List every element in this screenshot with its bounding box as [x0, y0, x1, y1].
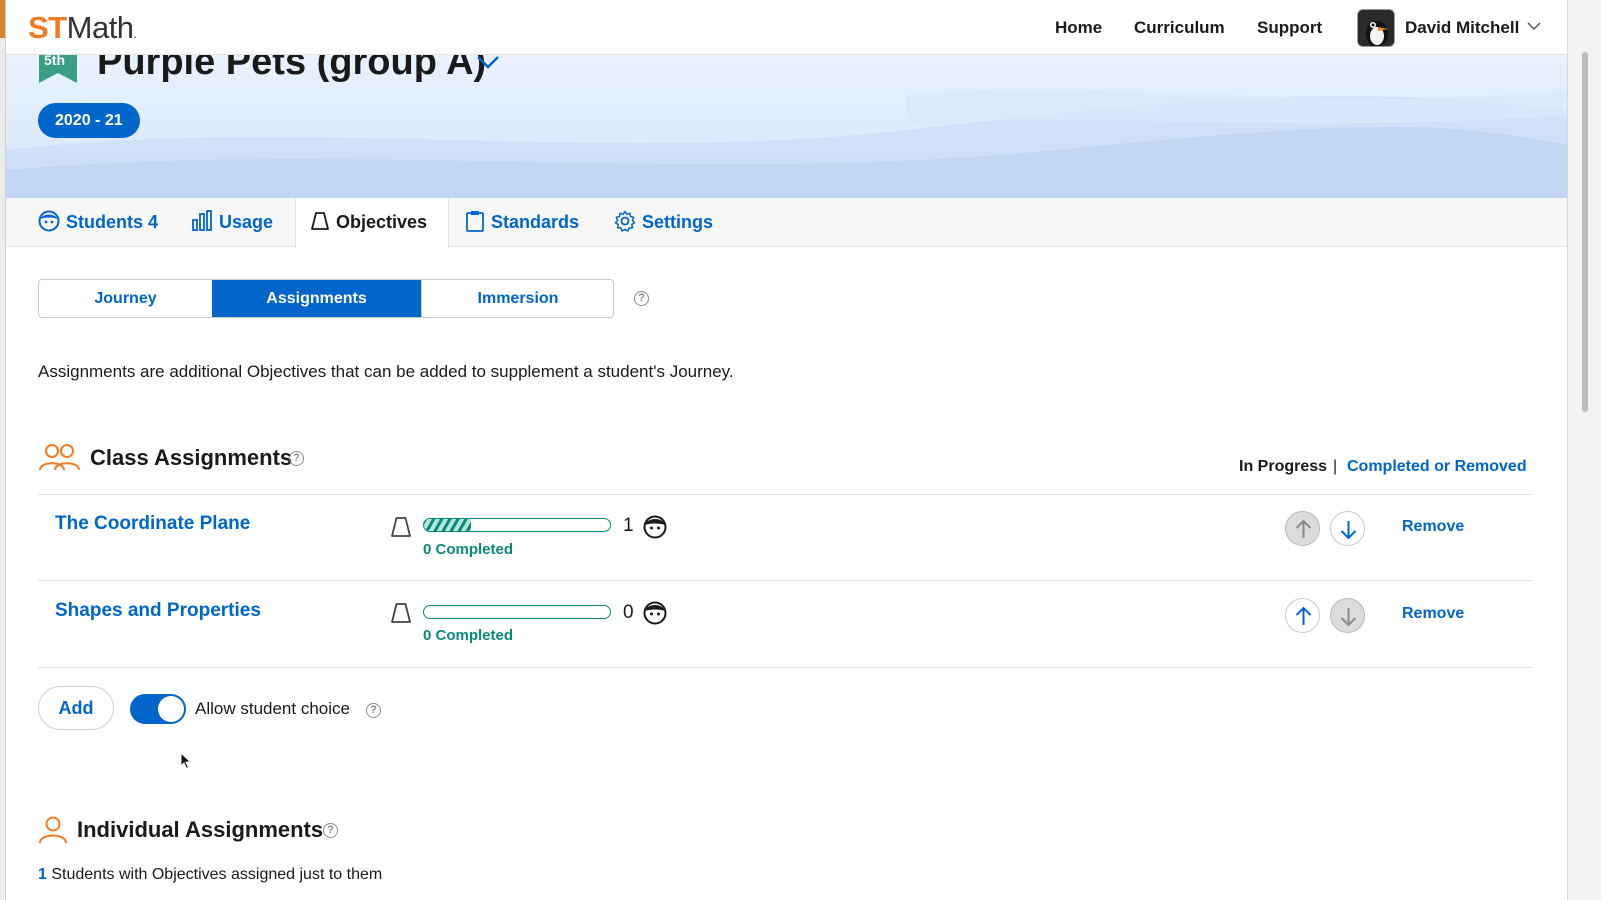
scrollbar-thumb[interactable] — [1582, 52, 1588, 412]
objective-flask-icon — [391, 603, 411, 623]
tab-objectives[interactable]: Objectives — [295, 198, 449, 248]
tab-usage[interactable]: Usage — [191, 198, 273, 247]
arrow-down-icon — [1340, 608, 1357, 627]
class-banner: 5th Purple Pets (group A) 2020 - 21 — [6, 55, 1567, 198]
student-face-icon — [38, 210, 60, 232]
class-switch-chevron-icon[interactable] — [474, 55, 502, 73]
move-up-button[interactable] — [1285, 598, 1320, 633]
tab-settings[interactable]: Settings — [614, 198, 713, 247]
allow-student-choice-toggle[interactable] — [130, 694, 186, 724]
completed-count: 0 Completed — [423, 541, 514, 558]
clipboard-icon — [466, 211, 484, 233]
objective-flask-icon — [311, 212, 329, 231]
nav-home-link[interactable]: Home — [1055, 18, 1102, 38]
bar-chart-icon — [192, 210, 212, 232]
allow-student-choice-label: Allow student choice — [195, 699, 350, 718]
arrow-up-icon — [1295, 519, 1312, 538]
tab-standards[interactable]: Standards — [465, 198, 579, 247]
assignment-name-link[interactable]: Shapes and Properties — [55, 600, 261, 622]
add-assignment-button[interactable]: Add — [38, 686, 114, 730]
user-menu-chevron-icon[interactable] — [1526, 18, 1542, 34]
remove-assignment-button[interactable]: Remove — [1402, 518, 1464, 536]
assignment-progress-bar — [423, 605, 611, 619]
subtab-immersion[interactable]: Immersion — [421, 280, 613, 317]
individual-assignments-help-icon[interactable]: ? — [323, 823, 338, 838]
class-group-icon — [39, 444, 80, 471]
assigned-student-count: 1 — [623, 515, 634, 536]
nav-support-link[interactable]: Support — [1257, 18, 1322, 38]
page-scrollbar[interactable] — [1567, 0, 1601, 900]
objectives-view-switch: Journey Assignments Immersion — [38, 279, 614, 318]
assignments-description: Assignments are additional Objectives th… — [38, 362, 734, 381]
user-avatar[interactable] — [1357, 9, 1395, 47]
app-frame: STMath. Home Curriculum Support David Mi… — [5, 0, 1567, 900]
top-nav: STMath. Home Curriculum Support David Mi… — [6, 0, 1567, 55]
objective-flask-icon — [391, 517, 411, 537]
row-divider — [38, 667, 1532, 668]
objectives-help-icon[interactable]: ? — [634, 291, 649, 306]
gear-icon — [614, 211, 636, 232]
assignment-name-link[interactable]: The Coordinate Plane — [55, 513, 250, 535]
class-tabs: Students 4 Usage Objectives Standards Se… — [6, 198, 1567, 248]
subtab-journey[interactable]: Journey — [39, 280, 212, 317]
student-face-icon — [643, 515, 667, 539]
person-icon — [39, 816, 67, 844]
tab-students[interactable]: Students 4 — [38, 198, 158, 247]
subtab-assignments[interactable]: Assignments — [212, 280, 421, 317]
user-name[interactable]: David Mitchell — [1405, 18, 1519, 38]
individual-assignments-title: Individual Assignments — [77, 817, 324, 842]
arrow-up-icon — [1295, 606, 1312, 625]
move-up-button[interactable] — [1285, 511, 1320, 546]
school-year-badge[interactable]: 2020 - 21 — [38, 103, 140, 138]
filter-completed-or-removed[interactable]: Completed or Removed — [1347, 458, 1527, 476]
students-count: 4 — [148, 212, 159, 232]
remove-assignment-button[interactable]: Remove — [1402, 605, 1464, 623]
student-choice-help-icon[interactable]: ? — [366, 703, 381, 718]
completed-count: 0 Completed — [423, 627, 514, 644]
nav-curriculum-link[interactable]: Curriculum — [1134, 18, 1225, 38]
student-face-icon — [643, 601, 667, 625]
assignment-progress-bar — [423, 518, 611, 532]
class-assignments-title: Class Assignments — [90, 445, 293, 470]
grade-ribbon: 5th — [39, 55, 77, 83]
individual-assignments-summary: 1 Students with Objectives assigned just… — [38, 866, 383, 883]
st-math-logo[interactable]: STMath. — [28, 10, 137, 46]
filter-in-progress[interactable]: In Progress — [1239, 458, 1327, 476]
class-title: Purple Pets (group A) — [97, 55, 487, 83]
class-assignments-help-icon[interactable]: ? — [289, 451, 304, 466]
move-down-button[interactable] — [1330, 511, 1365, 546]
filter-separator: | — [1333, 458, 1338, 475]
mouse-cursor-icon — [180, 752, 192, 770]
move-down-button[interactable] — [1330, 598, 1365, 633]
row-divider — [38, 580, 1532, 581]
assigned-student-count: 0 — [623, 602, 634, 623]
row-divider — [38, 494, 1532, 495]
arrow-down-icon — [1340, 521, 1357, 540]
